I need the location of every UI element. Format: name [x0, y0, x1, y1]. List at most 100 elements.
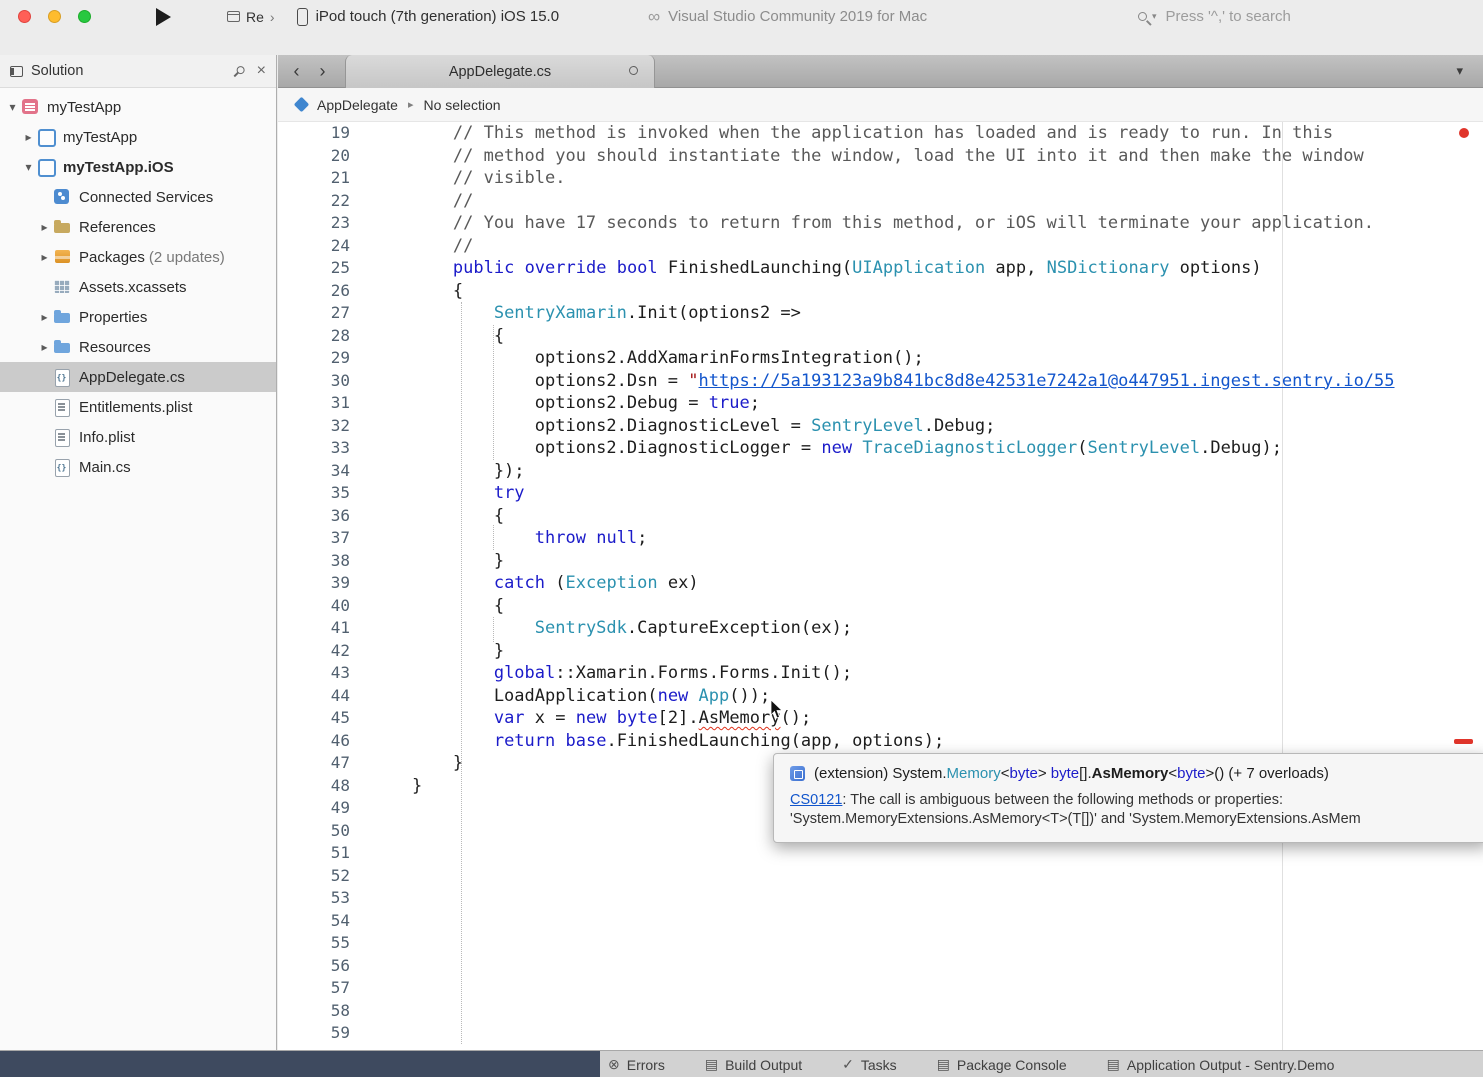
tree-item-entitlements-plist[interactable]: Entitlements.plist	[0, 392, 276, 422]
zoom-window-button[interactable]	[78, 10, 91, 23]
code-line[interactable]: // visible.	[371, 167, 1483, 190]
code-line[interactable]: options2.Dsn = "https://5a193123a9b841bc…	[371, 370, 1483, 393]
code-line[interactable]: {	[371, 505, 1483, 528]
chevron-right-icon[interactable]: ▸	[36, 340, 53, 354]
run-button[interactable]	[156, 8, 171, 26]
chevron-right-icon[interactable]: ▸	[36, 310, 53, 324]
code-line[interactable]: return base.FinishedLaunching(app, optio…	[371, 730, 1483, 753]
code-line[interactable]: global::Xamarin.Forms.Forms.Init();	[371, 662, 1483, 685]
code-line[interactable]	[371, 887, 1483, 910]
line-number[interactable]: 31	[278, 392, 358, 415]
chevron-right-icon[interactable]: ▸	[20, 130, 37, 144]
line-number[interactable]: 40	[278, 595, 358, 618]
line-number[interactable]: 49	[278, 797, 358, 820]
line-number[interactable]: 55	[278, 932, 358, 955]
code-line[interactable]: catch (Exception ex)	[371, 572, 1483, 595]
statusbar-item-tasks[interactable]: ✓Tasks	[842, 1056, 897, 1073]
code-line[interactable]	[371, 865, 1483, 888]
line-number[interactable]: 47	[278, 752, 358, 775]
modified-indicator-icon[interactable]	[629, 66, 638, 75]
code-line[interactable]: }	[371, 550, 1483, 573]
line-number[interactable]: 28	[278, 325, 358, 348]
line-number[interactable]: 45	[278, 707, 358, 730]
code-line[interactable]: //	[371, 190, 1483, 213]
line-number[interactable]: 51	[278, 842, 358, 865]
code-token-u[interactable]: https://5a193123a9b841bc8d8e42531e7242a1…	[699, 371, 1395, 391]
line-number[interactable]: 37	[278, 527, 358, 550]
code-line[interactable]: LoadApplication(new App());	[371, 685, 1483, 708]
chevron-right-icon[interactable]: ▸	[36, 220, 53, 234]
error-line-marker-icon[interactable]	[1454, 739, 1473, 744]
line-number[interactable]: 58	[278, 1000, 358, 1023]
line-number[interactable]: 27	[278, 302, 358, 325]
line-number[interactable]: 52	[278, 865, 358, 888]
tab-list-dropdown-icon[interactable]: ▾	[1456, 63, 1463, 79]
line-number[interactable]: 32	[278, 415, 358, 438]
code-line[interactable]	[371, 1000, 1483, 1023]
navigate-forward-button[interactable]: ›	[311, 60, 334, 83]
tree-item-mytestapp-ios[interactable]: ▾myTestApp.iOS	[0, 152, 276, 182]
code-line[interactable]: public override bool FinishedLaunching(U…	[371, 257, 1483, 280]
code-line[interactable]: options2.DiagnosticLogger = new TraceDia…	[371, 437, 1483, 460]
pin-icon[interactable]	[229, 62, 247, 80]
code-editor[interactable]: 1920212223242526272829303132333435363738…	[278, 122, 1483, 1050]
line-number[interactable]: 42	[278, 640, 358, 663]
code-line[interactable]: SentrySdk.CaptureException(ex);	[371, 617, 1483, 640]
code-line[interactable]	[371, 955, 1483, 978]
statusbar-item-build-output[interactable]: ▤Build Output	[705, 1056, 802, 1073]
line-number[interactable]: 19	[278, 122, 358, 145]
line-number[interactable]: 33	[278, 437, 358, 460]
line-number[interactable]: 53	[278, 887, 358, 910]
line-number[interactable]: 35	[278, 482, 358, 505]
statusbar-item-package-console[interactable]: ▤Package Console	[937, 1056, 1067, 1073]
line-number[interactable]: 50	[278, 820, 358, 843]
tree-item-resources[interactable]: ▸Resources	[0, 332, 276, 362]
line-number[interactable]: 44	[278, 685, 358, 708]
line-number[interactable]: 48	[278, 775, 358, 798]
line-number-gutter[interactable]: 1920212223242526272829303132333435363738…	[278, 122, 358, 1045]
tab-appdelegate[interactable]: AppDelegate.cs	[345, 55, 655, 88]
tree-item-mytestapp[interactable]: ▸myTestApp	[0, 122, 276, 152]
search-field[interactable]: ▾ Press '^,' to search	[1138, 0, 1291, 33]
code-line[interactable]: throw null;	[371, 527, 1483, 550]
code-line[interactable]: SentryXamarin.Init(options2 =>	[371, 302, 1483, 325]
code-line[interactable]: //	[371, 235, 1483, 258]
line-number[interactable]: 54	[278, 910, 358, 933]
tree-item-main-cs[interactable]: Main.cs	[0, 452, 276, 482]
tree-item-appdelegate-cs[interactable]: AppDelegate.cs	[0, 362, 276, 392]
line-number[interactable]: 46	[278, 730, 358, 753]
tree-item-packages[interactable]: ▸Packages(2 updates)	[0, 242, 276, 272]
close-window-button[interactable]	[18, 10, 31, 23]
code-line[interactable]	[371, 977, 1483, 1000]
line-number[interactable]: 26	[278, 280, 358, 303]
code-line[interactable]	[371, 910, 1483, 933]
code-line[interactable]: });	[371, 460, 1483, 483]
code-line[interactable]: options2.Debug = true;	[371, 392, 1483, 415]
line-number[interactable]: 29	[278, 347, 358, 370]
code-line[interactable]: var x = new byte[2].AsMemory();	[371, 707, 1483, 730]
chevron-down-icon[interactable]: ▾	[4, 100, 21, 114]
line-number[interactable]: 22	[278, 190, 358, 213]
minimize-window-button[interactable]	[48, 10, 61, 23]
code-line[interactable]: // You have 17 seconds to return from th…	[371, 212, 1483, 235]
line-number[interactable]: 24	[278, 235, 358, 258]
chevron-down-icon[interactable]: ▾	[20, 160, 37, 174]
line-number[interactable]: 23	[278, 212, 358, 235]
breadcrumb-selection[interactable]: No selection	[423, 97, 500, 113]
line-number[interactable]: 59	[278, 1022, 358, 1045]
line-number[interactable]: 34	[278, 460, 358, 483]
line-number[interactable]: 57	[278, 977, 358, 1000]
breadcrumb-class[interactable]: AppDelegate	[317, 97, 398, 113]
line-number[interactable]: 21	[278, 167, 358, 190]
chevron-right-icon[interactable]: ▸	[36, 250, 53, 264]
code-line[interactable]	[371, 1022, 1483, 1045]
code-line[interactable]: {	[371, 280, 1483, 303]
code-line[interactable]: {	[371, 325, 1483, 348]
code-line[interactable]	[371, 842, 1483, 865]
tree-item-info-plist[interactable]: Info.plist	[0, 422, 276, 452]
code-lines[interactable]: // This method is invoked when the appli…	[371, 122, 1483, 1045]
line-number[interactable]: 39	[278, 572, 358, 595]
error-code-link[interactable]: CS0121	[790, 792, 842, 808]
line-number[interactable]: 30	[278, 370, 358, 393]
code-line[interactable]: // This method is invoked when the appli…	[371, 122, 1483, 145]
